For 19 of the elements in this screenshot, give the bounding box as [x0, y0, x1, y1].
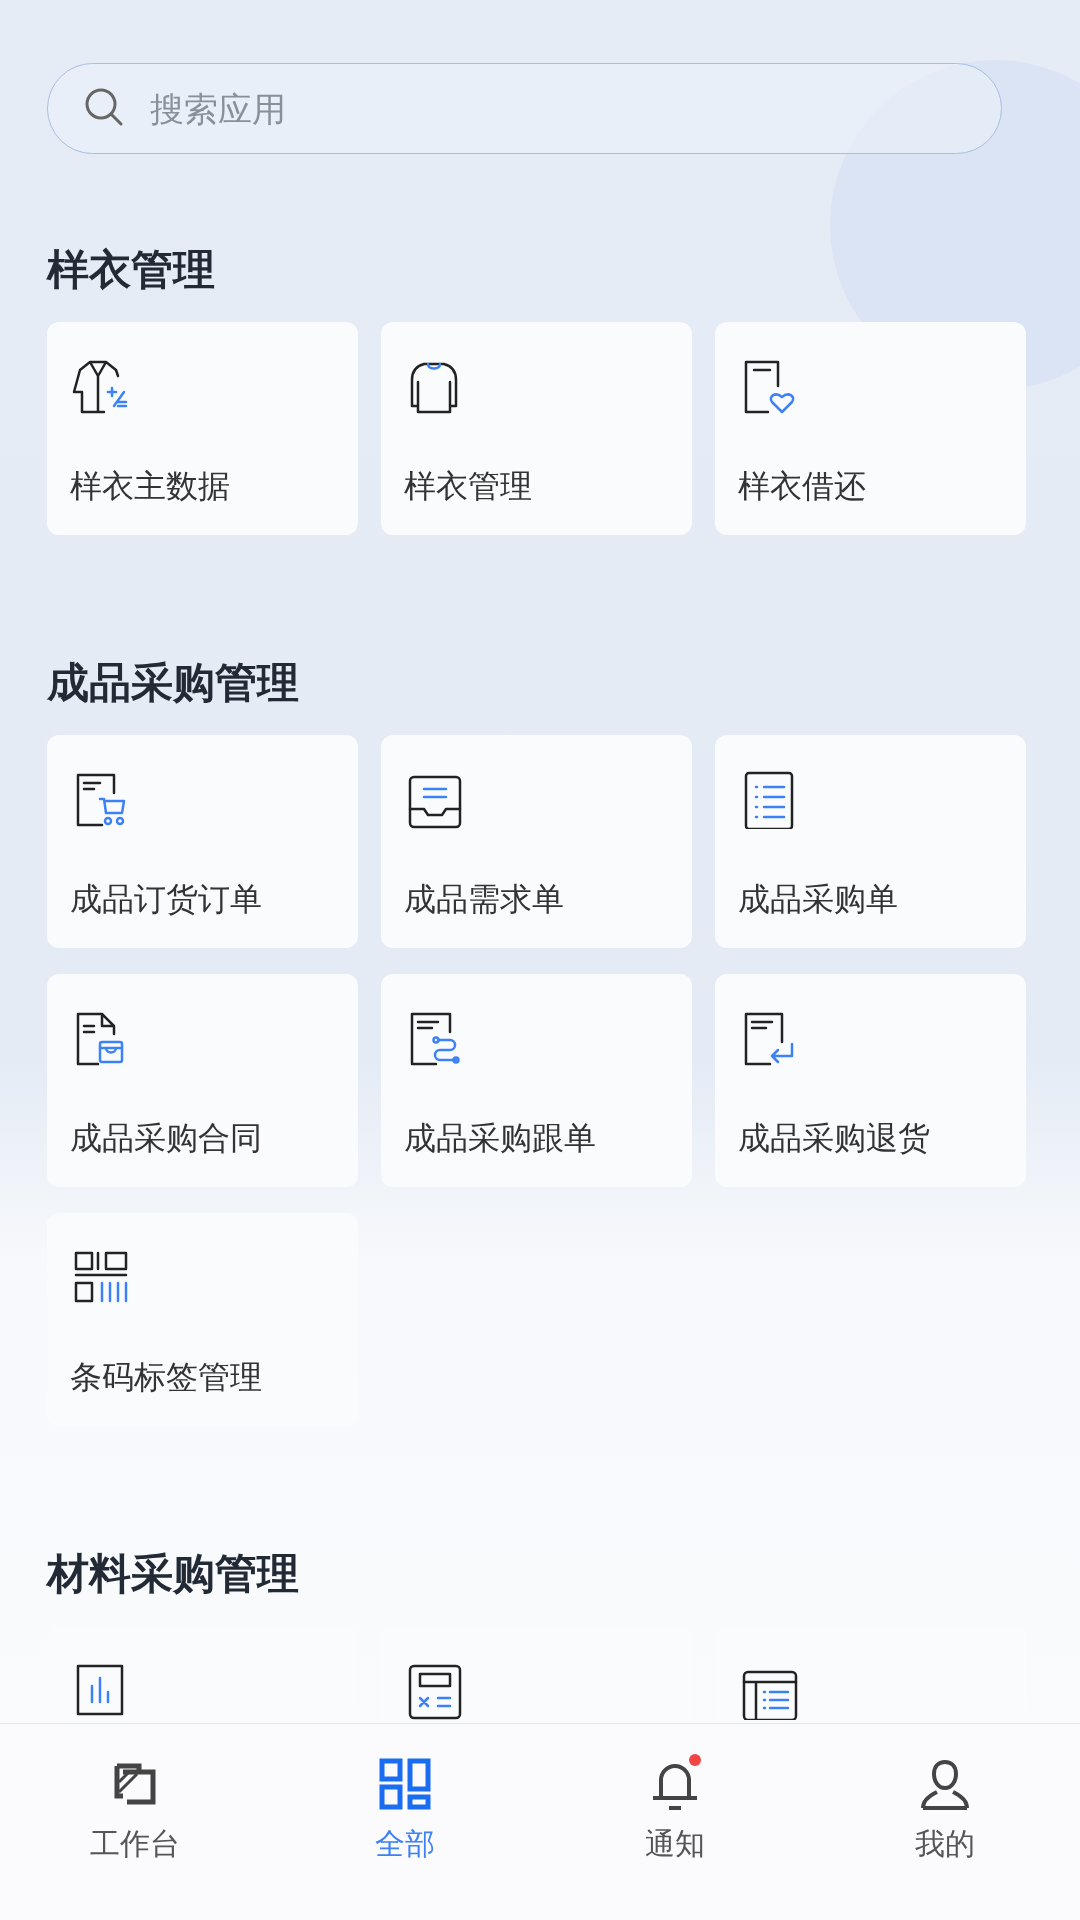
app-card[interactable]: 成品需求单 — [381, 735, 692, 948]
app-card[interactable]: 成品采购合同 — [47, 974, 358, 1187]
section-title: 样衣管理 — [47, 244, 216, 296]
tab[interactable]: 我的 — [810, 1724, 1080, 1920]
app-card[interactable]: 样衣主数据 — [47, 322, 358, 535]
tab[interactable]: 全部 — [270, 1724, 540, 1920]
app-card[interactable]: 成品订货订单 — [47, 735, 358, 948]
app-card[interactable]: 样衣管理 — [381, 322, 692, 535]
app-card[interactable]: 样衣借还 — [715, 322, 1026, 535]
app-card[interactable]: 成品采购单 — [715, 735, 1026, 948]
section-title: 成品采购管理 — [47, 657, 300, 709]
grid-icon — [377, 1756, 433, 1812]
search-icon — [83, 86, 125, 128]
app-card[interactable]: 成品采购跟单 — [381, 974, 692, 1187]
section-title: 材料采购管理 — [47, 1548, 300, 1600]
tab[interactable]: 工作台 — [0, 1724, 270, 1920]
app-card[interactable]: 成品采购退货 — [715, 974, 1026, 1187]
search-field[interactable]: 搜索应用 — [47, 63, 1002, 154]
tab[interactable]: 通知 — [540, 1724, 810, 1920]
